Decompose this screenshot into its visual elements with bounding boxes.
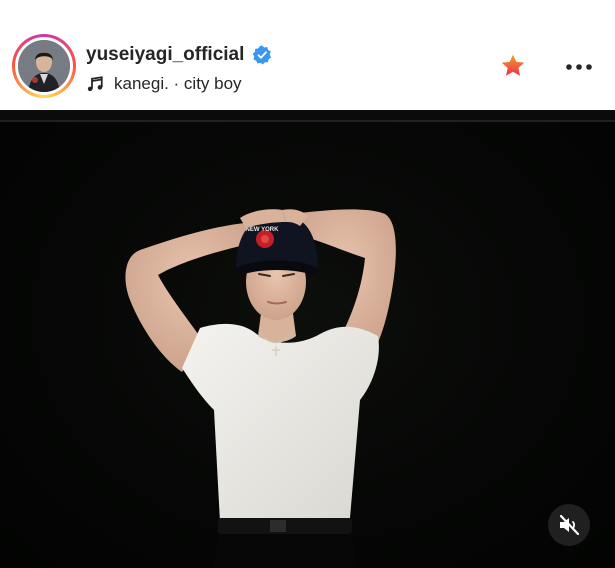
post-media[interactable]: NEW YORK [0,110,615,568]
audio-label: kanegi. · city boy [114,74,242,93]
more-options-icon[interactable] [565,63,593,71]
story-ring[interactable] [12,34,76,98]
speaker-muted-icon [559,514,580,536]
audio-row[interactable]: kanegi. · city boy [86,72,242,96]
username-link[interactable]: yuseiyagi_official [86,44,244,66]
mute-button[interactable] [548,504,590,546]
cap-logo-text: NEW YORK [246,227,280,233]
verified-badge-icon [253,45,272,65]
avatar-image [18,40,70,92]
avatar[interactable] [18,40,70,92]
post-photo: NEW YORK [0,110,615,568]
username-row: yuseiyagi_official [86,42,272,68]
post-header: yuseiyagi_official kanegi. · city boy [0,0,615,110]
music-note-icon [87,76,103,92]
star-icon[interactable] [500,53,526,79]
